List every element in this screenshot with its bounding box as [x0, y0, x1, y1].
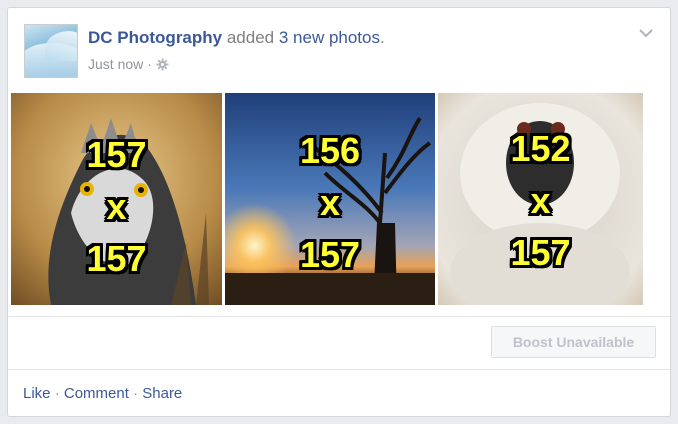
photo-x-label: x	[106, 186, 127, 227]
photo-width-label: 156	[299, 130, 361, 171]
photo-x-label: x	[530, 180, 551, 221]
headline-period: .	[380, 28, 385, 47]
meta-separator: ·	[147, 56, 152, 72]
post-actions: Like · Comment · Share	[23, 385, 182, 402]
post-meta: Just now ·	[88, 56, 169, 72]
action-text: added	[226, 28, 275, 47]
divider	[8, 369, 670, 370]
photo-height-label: 157	[299, 234, 361, 275]
photo-eagle[interactable]: 157 x 157	[11, 93, 222, 305]
boost-button[interactable]: Boost Unavailable	[491, 326, 656, 358]
photo-monkey[interactable]: 152 x 157	[438, 93, 643, 305]
photo-width-label: 157	[86, 134, 147, 175]
photo-count-link[interactable]: 3 new photos	[279, 28, 380, 47]
photo-grid: 157 x 157 156 x 157 152 x 157	[11, 93, 649, 305]
divider	[8, 316, 670, 317]
comment-link[interactable]: Comment	[64, 385, 129, 402]
like-link[interactable]: Like	[23, 385, 51, 402]
timestamp[interactable]: Just now	[88, 56, 143, 72]
photo-height-label: 157	[510, 232, 571, 273]
post-headline: DC Photography added 3 new photos.	[88, 28, 385, 48]
page-avatar[interactable]	[24, 24, 78, 78]
photo-x-label: x	[319, 182, 341, 223]
post-card: DC Photography added 3 new photos. Just …	[7, 7, 671, 417]
photo-baobab-sunset[interactable]: 156 x 157	[225, 93, 435, 305]
photo-width-label: 152	[510, 128, 571, 169]
gear-icon[interactable]	[156, 58, 169, 71]
action-separator: ·	[54, 385, 60, 402]
share-link[interactable]: Share	[142, 385, 182, 402]
chevron-down-icon[interactable]	[638, 26, 654, 38]
action-separator: ·	[133, 385, 139, 402]
photo-height-label: 157	[86, 238, 147, 279]
page-name-link[interactable]: DC Photography	[88, 28, 222, 47]
